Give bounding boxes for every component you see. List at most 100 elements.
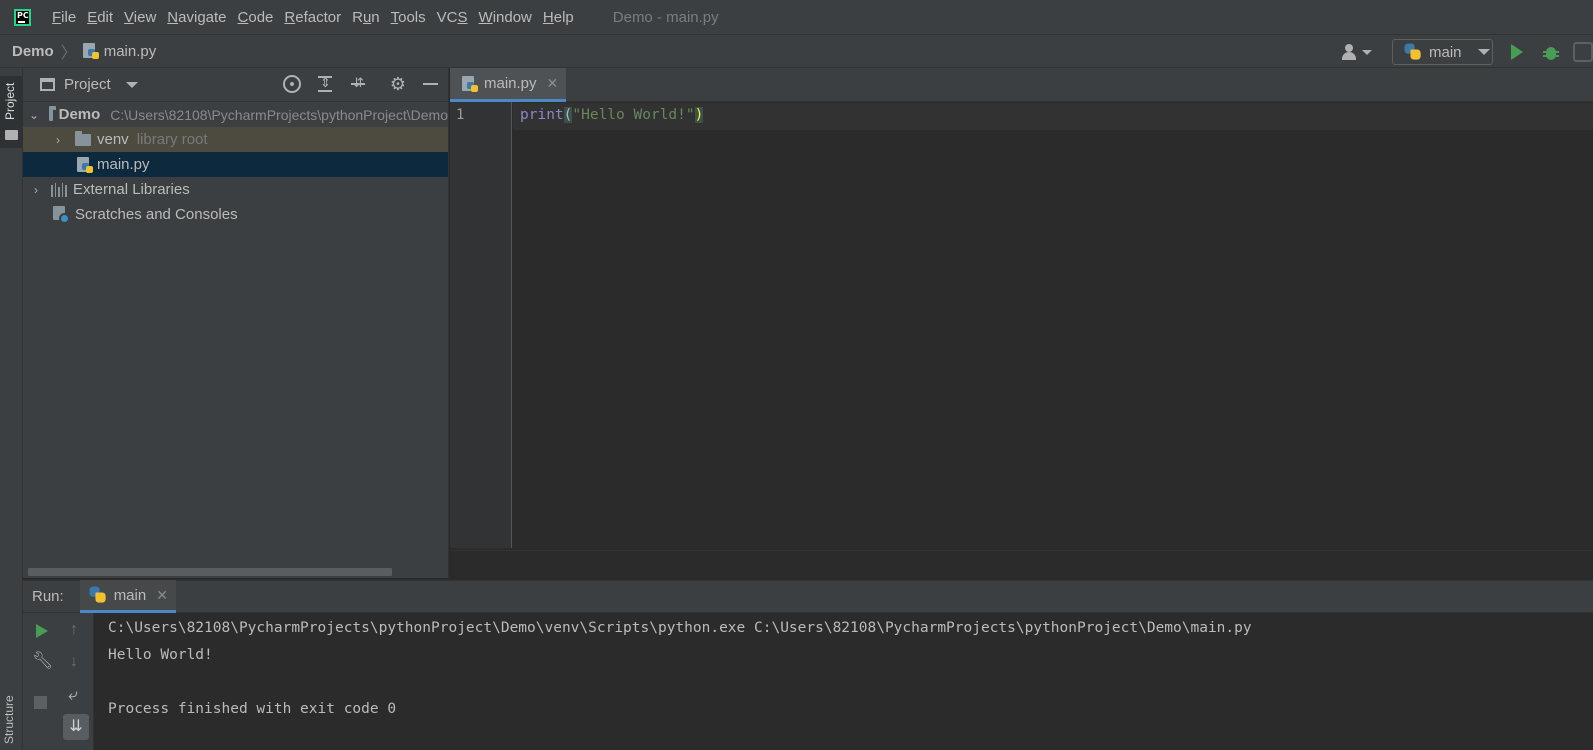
chevron-down-icon[interactable] (125, 81, 138, 88)
menu-item-6[interactable]: Run (352, 9, 380, 26)
folder-icon (75, 130, 91, 146)
run-console[interactable]: C:\Users\82108\PycharmProjects\pythonPro… (95, 613, 1593, 750)
chevron-down-icon (1477, 49, 1490, 55)
menu-item-3[interactable]: Navigate (167, 9, 226, 26)
menu-item-mnemonic: R (284, 8, 296, 26)
arrow-up-icon[interactable]: ↑ (70, 621, 78, 639)
pycharm-logo-icon[interactable]: PC (14, 8, 31, 26)
run-tab-main[interactable]: main ✕ (79, 580, 176, 613)
soft-wrap-icon[interactable]: ⤶ (68, 685, 78, 705)
code-close-paren: ) (694, 107, 704, 123)
close-icon[interactable]: ✕ (156, 587, 168, 604)
run-configuration-label: main (1429, 43, 1462, 61)
run-toolbar-primary: 🔧︎ (23, 613, 59, 750)
folder-icon (5, 130, 18, 140)
menu-item-mnemonic: T (390, 8, 399, 26)
menu-item-mnemonic: W (478, 8, 493, 26)
menu-item-4[interactable]: Code (238, 9, 274, 26)
menu-item-mnemonic: F (52, 8, 62, 26)
bug-icon (1543, 47, 1559, 60)
menu-item-5[interactable]: Refactor (284, 9, 341, 26)
code-editor[interactable]: 1 print("Hello World!") (450, 102, 1593, 550)
tree-item-path: C:\Users\82108\PycharmProjects\pythonPro… (110, 106, 448, 123)
editor-gutter: 1 (450, 102, 512, 548)
menu-item-text: VC (436, 8, 458, 26)
run-toolbar-secondary: ↑ ↓ ⤶ ⇊ (59, 613, 94, 750)
menu-item-mnemonic: S (457, 8, 468, 26)
more-actions-button[interactable] (1573, 42, 1593, 62)
logo-text: PC (17, 10, 29, 20)
project-panel-header: Project ⚙ (23, 68, 448, 102)
scratches-icon (53, 205, 71, 224)
menu-item-mnemonic: V (124, 8, 134, 26)
menu-item-text: indow (492, 8, 532, 26)
scroll-to-end-icon[interactable]: ⇊ (63, 714, 89, 740)
menu-item-mnemonic: E (87, 8, 98, 26)
stop-icon[interactable] (34, 696, 47, 709)
chevron-right-icon[interactable]: › (51, 133, 65, 147)
wrench-icon[interactable]: 🔧︎ (32, 651, 54, 671)
navigation-bar: Demo 〉 main.py main (0, 34, 1593, 68)
tree-item-main-py[interactable]: main.py (23, 152, 448, 177)
tree-item-external-libraries[interactable]: › External Libraries (23, 177, 448, 202)
console-exit-line: Process finished with exit code 0 (108, 701, 397, 717)
tree-item-label: venv (97, 131, 129, 148)
run-tab-label: main (113, 586, 147, 604)
arrow-down-icon[interactable]: ↓ (70, 653, 78, 671)
tree-item-label: main.py (97, 156, 150, 173)
project-panel-title[interactable]: Project (64, 76, 111, 93)
select-opened-file-icon[interactable] (283, 75, 301, 93)
menu-item-text: ile (61, 8, 77, 26)
tree-item-venv[interactable]: › venv library root (23, 127, 448, 152)
breadcrumb-file-label: main.py (103, 42, 157, 60)
python-file-icon (77, 156, 93, 173)
console-command-line: C:\Users\82108\PycharmProjects\pythonPro… (108, 620, 1252, 636)
tree-item-label: Scratches and Consoles (75, 206, 238, 223)
hide-panel-icon[interactable] (422, 75, 440, 93)
close-icon[interactable]: ✕ (547, 75, 559, 92)
menu-item-text: R (352, 8, 363, 26)
debug-button[interactable] (1543, 43, 1559, 61)
project-tree: ⌄ Demo C:\Users\82108\PycharmProjects\py… (23, 102, 448, 227)
menu-bar: PC File Edit View Navigate Code Refactor Run To… (0, 0, 1593, 34)
menu-item-7[interactable]: Tools (391, 9, 426, 26)
code-string: "Hello World!" (572, 107, 695, 123)
menu-item-10[interactable]: Help (543, 9, 574, 26)
editor-bottom-area (450, 550, 1593, 578)
horizontal-scrollbar[interactable] (28, 568, 392, 576)
tree-item-demo[interactable]: ⌄ Demo C:\Users\82108\PycharmProjects\py… (23, 102, 448, 127)
code-builtin-print: print (520, 107, 564, 123)
library-icon (51, 182, 67, 197)
menu-item-1[interactable]: Edit (87, 9, 113, 26)
menu-item-2[interactable]: View (124, 9, 156, 26)
run-configuration-select[interactable]: main (1392, 39, 1493, 65)
menu-item-mnemonic: C (237, 8, 249, 26)
menu-item-text: elp (553, 8, 574, 26)
left-tool-stripe: Project (0, 68, 23, 750)
breadcrumb-project[interactable]: Demo (12, 43, 54, 60)
code-line-1[interactable]: print("Hello World!") (520, 107, 704, 123)
vcs-user-icon[interactable] (1340, 41, 1374, 63)
tree-item-label: External Libraries (73, 181, 190, 198)
project-tool-tab[interactable]: Project (0, 76, 23, 148)
tree-item-scratches[interactable]: Scratches and Consoles (23, 202, 448, 227)
menu-item-8[interactable]: VCS (437, 9, 468, 26)
chevron-down-icon[interactable]: ⌄ (29, 108, 39, 122)
collapse-all-icon[interactable] (349, 75, 367, 93)
menu-item-9[interactable]: Window (479, 9, 532, 26)
menu-item-0[interactable]: File (52, 9, 76, 26)
window-title: Demo - main.py (612, 8, 719, 26)
expand-all-icon[interactable] (316, 75, 334, 93)
editor-tab-main-py[interactable]: main.py ✕ (450, 68, 566, 102)
run-panel-header: Run: main ✕ (23, 580, 1593, 613)
rerun-icon[interactable] (36, 624, 48, 638)
menu-item-mnemonic: N (167, 8, 179, 26)
chevron-right-icon[interactable]: › (29, 183, 43, 197)
python-icon (1404, 43, 1422, 61)
menu-item-text: n (371, 8, 380, 26)
gear-icon[interactable]: ⚙ (389, 75, 407, 93)
folder-icon (49, 105, 56, 121)
structure-tool-tab[interactable]: Structure (2, 695, 16, 744)
run-button[interactable] (1511, 44, 1523, 60)
breadcrumb-file[interactable]: main.py (82, 42, 157, 60)
